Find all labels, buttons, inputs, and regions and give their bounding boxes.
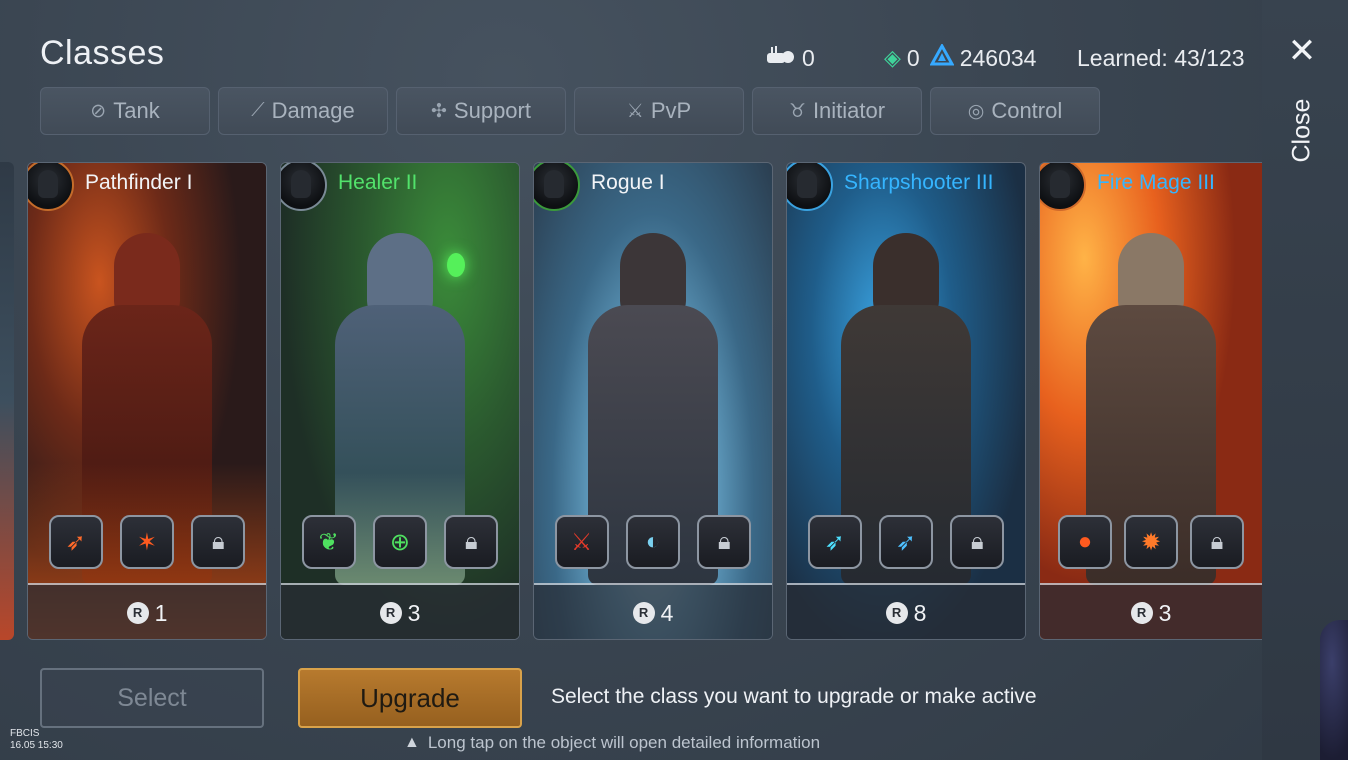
rank-icon: R	[885, 602, 908, 624]
rank-icon: R	[126, 602, 149, 624]
tip-label: Long tap on the object will open detaile…	[427, 733, 821, 752]
close-icon[interactable]: ✕	[1287, 34, 1317, 68]
class-card-rogue[interactable]: Rogue I ⚔ ◐ 🔒︎ R4	[533, 162, 773, 640]
resource-c-value: 246034	[959, 44, 1037, 71]
skill-row: ❦ ⊕ 🔒︎	[281, 515, 519, 569]
warning-icon: ▲	[404, 734, 420, 751]
tab-damage[interactable]: ⟋ Damage	[218, 87, 388, 135]
skill-row: ➶ ✶ 🔒︎	[28, 515, 266, 569]
skill-row: ⚔ ◐ 🔒︎	[534, 515, 772, 569]
close-button[interactable]: Close	[1288, 99, 1317, 163]
skill-row: ➶ ➶ 🔒︎	[787, 515, 1025, 569]
staff-gem	[447, 253, 465, 277]
rank-footer: R8	[787, 585, 1025, 639]
resource-a-value: 0	[802, 44, 815, 71]
class-filter-tabs: ⊘ Tank ⟋ Damage ✣ Support ⚔ PvP ♉ Initiator ◎…	[40, 87, 1100, 135]
support-icon: ✣	[431, 100, 447, 122]
resource-counter-b: ◈ 0 246034	[884, 42, 1036, 74]
watermark-line: FBCIS	[10, 728, 40, 739]
side-decoration	[1320, 620, 1348, 760]
tank-icon: ⊘	[90, 100, 107, 122]
tab-pvp[interactable]: ⚔ PvP	[574, 87, 744, 135]
rank-footer: R3	[281, 585, 519, 639]
flame-skill-icon[interactable]: ✹	[1124, 515, 1178, 569]
instruction-text: Select the class you want to upgrade or …	[551, 685, 1037, 708]
rank-value: 1	[154, 599, 168, 626]
tab-support[interactable]: ✣ Support	[396, 87, 566, 135]
dagger-skill-icon[interactable]: ⚔	[554, 515, 609, 569]
beast-skill-icon[interactable]: ◐	[625, 515, 680, 569]
class-card-pathfinder[interactable]: Pathfinder I ➶ ✶ 🔒︎ R1	[27, 162, 267, 640]
gem-icon: ◈	[884, 45, 901, 70]
rank-icon: R	[632, 602, 655, 624]
resource-counter-a: 0	[766, 42, 815, 74]
control-icon: ◎	[967, 100, 985, 122]
lock-icon[interactable]: 🔒︎	[1190, 515, 1244, 569]
tip-text: ▲ Long tap on the object will open detai…	[404, 733, 820, 753]
watermark-line: 16.05 15:30	[10, 740, 63, 751]
ice-arrow-skill-icon[interactable]: ➶	[878, 515, 933, 569]
lock-icon[interactable]: 🔒︎	[191, 515, 246, 569]
tab-label: Support	[453, 98, 531, 123]
class-name: Healer II	[338, 171, 418, 194]
rank-footer: R3	[1040, 585, 1262, 639]
class-card-fire-mage[interactable]: Fire Mage III ● ✹ 🔒︎ R3	[1039, 162, 1262, 640]
class-name: Pathfinder I	[85, 171, 193, 194]
damage-icon: ⟋	[251, 100, 265, 121]
tab-label: Control	[991, 98, 1063, 123]
tab-label: Damage	[271, 98, 355, 123]
tab-label: PvP	[650, 98, 692, 123]
select-button[interactable]: Select	[40, 668, 264, 728]
lightning-arrow-skill-icon[interactable]: ➶	[807, 515, 862, 569]
class-card-sharpshooter[interactable]: Sharpshooter III ➶ ➶ 🔒︎ R8	[786, 162, 1026, 640]
tab-initiator[interactable]: ♉ Initiator	[752, 87, 922, 135]
rank-value: 3	[407, 599, 421, 626]
page-title: Classes	[40, 34, 165, 72]
class-name: Rogue I	[591, 171, 665, 194]
rank-value: 8	[913, 599, 927, 626]
class-card-list: Pathfinder I ➶ ✶ 🔒︎ R1 Healer II ❦ ⊕ 🔒︎ …	[0, 162, 1262, 642]
learned-count: Learned: 43/123	[1077, 44, 1245, 71]
rank-value: 3	[1158, 599, 1172, 626]
tab-label: Initiator	[812, 98, 886, 123]
fireball-skill-icon[interactable]: ●	[1058, 515, 1112, 569]
rank-icon: R	[379, 602, 402, 624]
rank-footer: R4	[534, 585, 772, 639]
rank-footer: R1	[28, 585, 266, 639]
class-name: Sharpshooter III	[844, 171, 994, 194]
watermark: FBCIS 16.05 15:30	[10, 728, 63, 752]
class-card-healer[interactable]: Healer II ❦ ⊕ 🔒︎ R3	[280, 162, 520, 640]
nature-skill-icon[interactable]: ❦	[301, 515, 356, 569]
pvp-icon: ⚔	[626, 100, 644, 122]
lock-icon[interactable]: 🔒︎	[950, 515, 1005, 569]
arrow-skill-icon[interactable]: ➶	[48, 515, 103, 569]
scroll-icon	[766, 44, 796, 72]
tab-control[interactable]: ◎ Control	[930, 87, 1100, 135]
rank-value: 4	[660, 599, 674, 626]
tab-label: Tank	[113, 98, 160, 123]
skill-row: ● ✹ 🔒︎	[1040, 515, 1262, 569]
tab-tank[interactable]: ⊘ Tank	[40, 87, 210, 135]
triangle-icon	[929, 42, 955, 72]
initiator-icon: ♉	[788, 100, 806, 122]
heal-skill-icon[interactable]: ⊕	[372, 515, 427, 569]
lock-icon[interactable]: 🔒︎	[697, 515, 752, 569]
lock-icon[interactable]: 🔒︎	[444, 515, 499, 569]
rank-icon: R	[1130, 602, 1153, 624]
upgrade-button[interactable]: Upgrade	[298, 668, 522, 728]
resource-b-value: 0	[906, 44, 920, 71]
fire-warrior-skill-icon[interactable]: ✶	[119, 515, 174, 569]
class-name: Fire Mage III	[1097, 171, 1215, 194]
